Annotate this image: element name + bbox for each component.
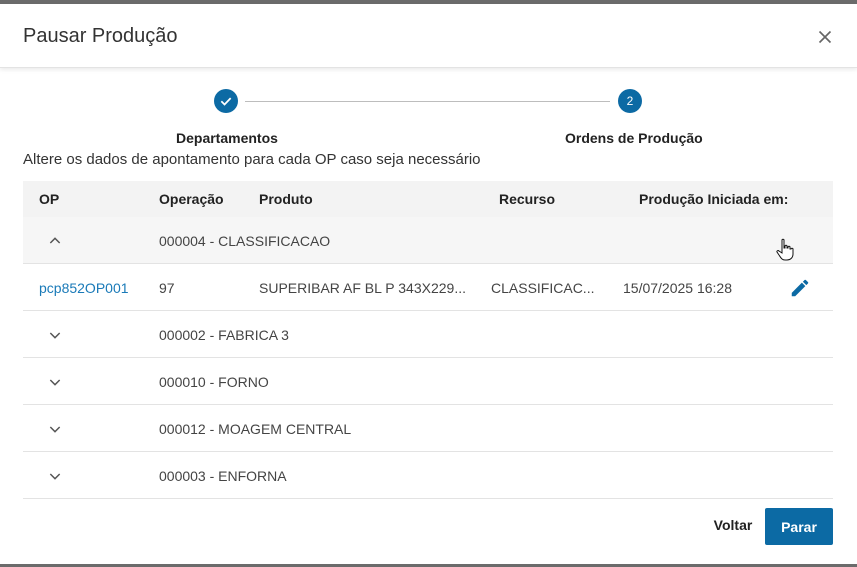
group-label: 000012 - MOAGEM CENTRAL: [159, 421, 352, 437]
cell-operacao: 97: [159, 280, 175, 296]
close-icon[interactable]: [814, 26, 836, 48]
dialog-title: Pausar Produção: [23, 25, 178, 47]
dialog-header: Pausar Produção: [0, 4, 857, 68]
chevron-down-icon[interactable]: [47, 421, 63, 437]
group-label: 000003 - ENFORNA: [159, 468, 287, 484]
check-icon: [220, 97, 232, 106]
stepper-connector: [245, 101, 610, 102]
column-header-op: OP: [39, 191, 60, 207]
cell-inicio: 15/07/2025 16:28: [623, 280, 732, 296]
step-1-label: Departamentos: [176, 130, 278, 146]
chevron-down-icon[interactable]: [47, 374, 63, 390]
group-label: 000004 - CLASSIFICACAO: [159, 233, 331, 249]
column-header-inicio: Produção Iniciada em:: [639, 191, 789, 207]
group-row[interactable]: 000012 - MOAGEM CENTRAL: [23, 405, 833, 452]
stop-button[interactable]: Parar: [765, 508, 833, 545]
back-button[interactable]: Voltar: [705, 511, 761, 539]
column-header-produto: Produto: [259, 191, 313, 207]
group-row[interactable]: 000004 - CLASSIFICACAO: [23, 217, 833, 264]
group-label: 000002 - FABRICA 3: [159, 327, 289, 343]
column-header-operacao: Operação: [159, 191, 224, 207]
instructions-text: Altere os dados de apontamento para cada…: [23, 151, 481, 168]
chevron-down-icon[interactable]: [47, 468, 63, 484]
pencil-icon[interactable]: [789, 277, 811, 299]
table-row: pcp852OP001 97 SUPERIBAR AF BL P 343X229…: [23, 264, 833, 311]
chevron-up-icon[interactable]: [47, 233, 63, 249]
column-header-recurso: Recurso: [499, 191, 556, 207]
op-table: OP Operação Produto Recurso Produção Ini…: [23, 181, 833, 499]
cell-produto: SUPERIBAR AF BL P 343X229...: [259, 280, 466, 296]
step-1-done: [214, 89, 238, 113]
table-header: OP Operação Produto Recurso Produção Ini…: [23, 181, 833, 217]
step-2-active: 2: [618, 89, 642, 113]
group-row[interactable]: 000002 - FABRICA 3: [23, 311, 833, 358]
op-link[interactable]: pcp852OP001: [39, 280, 129, 296]
hand-cursor-icon: [776, 238, 794, 261]
step-2-label: Ordens de Produção: [565, 130, 703, 146]
group-row[interactable]: 000003 - ENFORNA: [23, 452, 833, 499]
chevron-down-icon[interactable]: [47, 327, 63, 343]
group-label: 000010 - FORNO: [159, 374, 269, 390]
cell-recurso: CLASSIFICAC...: [491, 280, 595, 296]
group-row[interactable]: 000010 - FORNO: [23, 358, 833, 405]
